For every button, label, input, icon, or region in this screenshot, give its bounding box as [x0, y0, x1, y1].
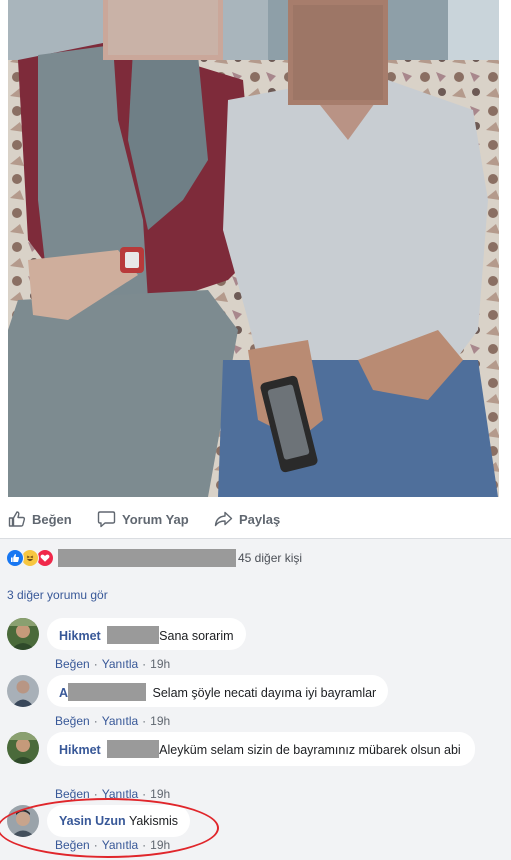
avatar[interactable] [7, 618, 39, 650]
view-more-comments-link[interactable]: 3 diğer yorumu gör [7, 588, 108, 602]
share-button[interactable]: Paylaş [214, 509, 280, 529]
thumbs-up-icon [8, 511, 26, 527]
redacted-surname [107, 740, 160, 758]
comment-meta: Beğen · Yanıtla · 19h [55, 787, 171, 801]
comment-time[interactable]: 19h [150, 787, 170, 801]
post-photo-area [0, 0, 511, 500]
comment-reply-link[interactable]: Yanıtla [102, 787, 138, 801]
comment-author[interactable]: Hikmet [59, 629, 101, 643]
comment-like-link[interactable]: Beğen [55, 787, 90, 801]
comment-time[interactable]: 19h [150, 657, 170, 671]
comment-reply-link[interactable]: Yanıtla [102, 657, 138, 671]
feedback-section: 45 diğer kişi 3 diğer yorumu gör Hikmet … [0, 539, 511, 860]
comment-time[interactable]: 19h [150, 714, 170, 728]
comment-author[interactable]: Hikmet [59, 743, 101, 757]
comment-meta: Beğen · Yanıtla · 19h [55, 657, 171, 671]
like-button-label: Beğen [32, 511, 72, 527]
avatar[interactable] [7, 805, 39, 837]
comment-reply-link[interactable]: Yanıtla [102, 714, 138, 728]
comment-time[interactable]: 19h [150, 838, 170, 852]
comment-text: Selam şöyle necati dayıma iyi bayramlar [152, 686, 377, 700]
comment-bubble: Yasin Uzun Yakismis [47, 805, 191, 837]
share-button-label: Paylaş [239, 511, 281, 527]
reactions-count[interactable]: 45 diğer kişi [238, 551, 302, 565]
comment-text: Yakismis [128, 814, 179, 828]
comment-author[interactable]: A [59, 686, 68, 700]
comment-like-link[interactable]: Beğen [55, 714, 90, 728]
redacted-names [58, 549, 236, 567]
comment-like-link[interactable]: Beğen [55, 838, 90, 852]
like-icon [6, 549, 24, 567]
comment-author[interactable]: Yasin Uzun [59, 814, 126, 828]
redacted-name [68, 683, 147, 701]
comment-bubble: A Selam şöyle necati dayıma iyi bayramla… [47, 675, 389, 707]
reactions-summary[interactable]: 45 diğer kişi [6, 548, 302, 568]
like-button[interactable]: Beğen [8, 509, 72, 529]
comment-button[interactable]: Yorum Yap [97, 509, 189, 529]
photo-illustration [8, 0, 499, 497]
comment-meta: Beğen · Yanıtla · 19h [55, 714, 171, 728]
post-photo[interactable] [8, 0, 499, 497]
post-action-bar: Beğen Yorum Yap Paylaş [0, 500, 511, 539]
comment-bubble-icon [97, 511, 116, 528]
comment-text: Aleyküm selam sizin de bayramınız mübare… [159, 743, 461, 757]
comment-reply-link[interactable]: Yanıtla [102, 838, 138, 852]
redacted-surname [107, 626, 160, 644]
avatar[interactable] [7, 675, 39, 707]
comment-button-label: Yorum Yap [122, 511, 189, 527]
comment-meta: Beğen · Yanıtla · 19h [55, 838, 171, 852]
comment-bubble: Hikmet Aleyküm selam sizin de bayramınız… [47, 732, 475, 766]
avatar[interactable] [7, 732, 39, 764]
share-arrow-icon [214, 511, 233, 527]
comment-like-link[interactable]: Beğen [55, 657, 90, 671]
comment-bubble: Hikmet Sana sorarim [47, 618, 246, 650]
comment-text: Sana sorarim [159, 629, 234, 643]
